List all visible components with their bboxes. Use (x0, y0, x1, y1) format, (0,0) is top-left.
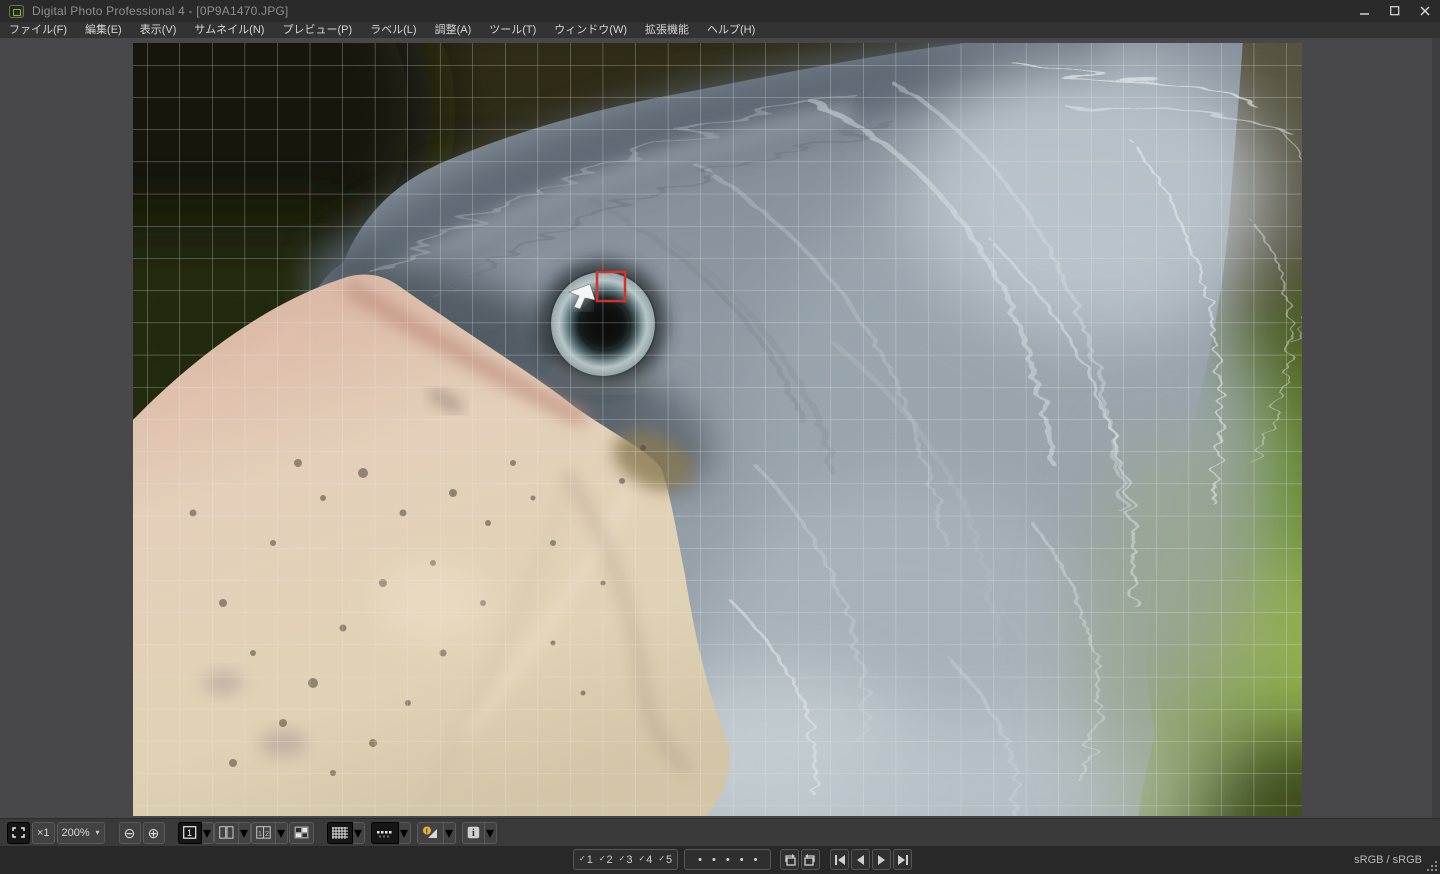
rating-3-button[interactable]: ✓3 (616, 854, 636, 866)
menu-preview[interactable]: プレビュー(P) (273, 22, 361, 38)
compare-view-button[interactable] (214, 822, 239, 844)
rating-dot: • (721, 854, 735, 866)
single-view-icon: 1 (183, 826, 197, 839)
multi-layout-button[interactable] (289, 822, 314, 844)
rotate-left-icon (783, 854, 796, 866)
menu-file[interactable]: ファイル(F) (0, 22, 76, 38)
highlight-warning-button[interactable]: ! (417, 822, 444, 844)
rating-dot: • (693, 854, 707, 866)
next-icon (877, 855, 886, 865)
rating-5-button[interactable]: ✓5 (655, 854, 675, 866)
zoom-out-icon: ⊖ (124, 826, 136, 840)
preview-canvas (0, 38, 1440, 818)
maximize-button[interactable] (1380, 0, 1410, 22)
svg-text:!: ! (425, 828, 427, 835)
menu-view[interactable]: 表示(V) (131, 22, 186, 38)
actual-size-button[interactable]: ×1 (32, 822, 55, 844)
menu-edit[interactable]: 編集(E) (76, 22, 131, 38)
zoom-in-button[interactable]: ⊕ (143, 822, 165, 844)
info-button[interactable]: i (462, 822, 485, 844)
vertical-scrollbar[interactable] (1432, 38, 1440, 818)
split-view-button[interactable]: 1 2 (251, 822, 276, 844)
resize-grip[interactable] (1426, 860, 1438, 872)
zoom-in-icon: ⊕ (148, 826, 160, 840)
window-title: Digital Photo Professional 4 - [0P9A1470… (32, 4, 288, 18)
grid-toggle-button[interactable] (327, 822, 353, 844)
split-view-icon: 1 2 (256, 826, 271, 839)
zoom-level-value: 200% (62, 827, 90, 839)
previous-icon (856, 855, 865, 865)
status-bar: ✓1 ✓2 ✓3 ✓4 ✓5 • • • • • (0, 846, 1440, 874)
menu-adjust[interactable]: 調整(A) (426, 22, 481, 38)
grid-overlay (133, 43, 1302, 816)
rotate-left-button[interactable] (780, 849, 799, 870)
multi-layout-icon (294, 826, 309, 839)
zoom-level-select[interactable]: 200% ▾ (57, 822, 105, 844)
fit-to-window-icon (12, 827, 25, 838)
rating-2-button[interactable]: ✓2 (596, 854, 616, 866)
rating-display: • • • • • (684, 849, 771, 870)
next-image-button[interactable] (872, 849, 891, 870)
svg-text:i: i (472, 828, 475, 839)
af-points-dropdown[interactable]: ▾ (399, 822, 411, 844)
menu-tools[interactable]: ツール(T) (480, 22, 545, 38)
highlight-warning-dropdown[interactable]: ▾ (444, 822, 456, 844)
preview-image[interactable] (133, 43, 1302, 816)
last-image-button[interactable] (893, 849, 912, 870)
single-view-dropdown[interactable]: ▾ (202, 822, 214, 844)
chevron-down-icon: ▾ (96, 828, 100, 837)
rotate-right-button[interactable] (801, 849, 820, 870)
grid-icon (332, 827, 348, 839)
info-icon: i (467, 826, 480, 839)
menu-label[interactable]: ラベル(L) (361, 22, 425, 38)
color-space-label: sRGB / sRGB (1354, 846, 1422, 874)
preview-toolbar: ×1 200% ▾ ⊖ ⊕ 1 (0, 818, 1440, 846)
menu-window[interactable]: ウィンドウ(W) (545, 22, 636, 38)
app-window: Digital Photo Professional 4 - [0P9A1470… (0, 0, 1440, 874)
menu-thumbnail[interactable]: サムネイル(N) (185, 22, 273, 38)
window-controls (1350, 0, 1440, 22)
first-icon (834, 855, 846, 865)
svg-text:1: 1 (258, 831, 262, 838)
first-image-button[interactable] (830, 849, 849, 870)
rotate-right-icon (804, 854, 817, 866)
rating-dot: • (749, 854, 763, 866)
rating-dot: • (707, 854, 721, 866)
single-view-button[interactable]: 1 (178, 822, 202, 844)
svg-text:1: 1 (187, 828, 192, 838)
highlight-warning-icon: ! (422, 826, 439, 839)
close-button[interactable] (1410, 0, 1440, 22)
app-icon (9, 5, 24, 18)
af-points-toggle-button[interactable] (371, 822, 399, 844)
rating-dot: • (735, 854, 749, 866)
minimize-button[interactable] (1350, 0, 1380, 22)
menu-help[interactable]: ヘルプ(H) (698, 22, 764, 38)
menu-bar: ファイル(F) 編集(E) 表示(V) サムネイル(N) プレビュー(P) ラベ… (0, 22, 1440, 38)
rating-4-button[interactable]: ✓4 (635, 854, 655, 866)
title-bar: Digital Photo Professional 4 - [0P9A1470… (0, 0, 1440, 22)
info-dropdown[interactable]: ▾ (485, 822, 497, 844)
last-icon (897, 855, 909, 865)
grid-dropdown[interactable]: ▾ (353, 822, 365, 844)
menu-extensions[interactable]: 拡張機能 (636, 22, 698, 38)
rating-1-button[interactable]: ✓1 (576, 854, 596, 866)
fit-to-window-button[interactable] (7, 822, 30, 844)
split-view-dropdown[interactable]: ▾ (276, 822, 288, 844)
rating-buttons: ✓1 ✓2 ✓3 ✓4 ✓5 (573, 849, 678, 870)
af-points-icon (376, 827, 394, 839)
svg-text:2: 2 (265, 831, 269, 838)
compare-view-icon (219, 826, 234, 839)
previous-image-button[interactable] (851, 849, 870, 870)
compare-view-dropdown[interactable]: ▾ (239, 822, 251, 844)
zoom-out-button[interactable]: ⊖ (119, 822, 141, 844)
